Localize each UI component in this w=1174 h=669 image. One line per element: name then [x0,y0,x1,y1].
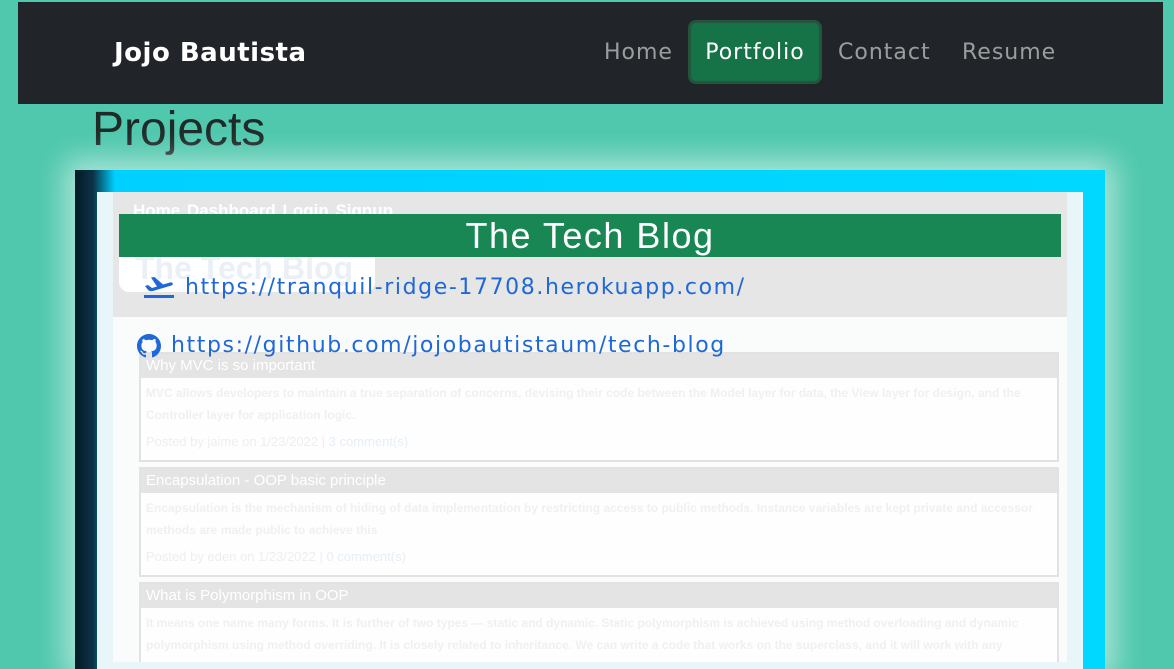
preview-post-body: Encapsulation is the mechanism of hiding… [146,501,1033,537]
preview-post-title: What is Polymorphism in OOP [141,584,1057,608]
project-title-banner: The Tech Blog [119,214,1061,257]
deployed-url-text[interactable]: https://tranquil-ridge-17708.herokuapp.c… [185,275,746,300]
section-title: Projects [92,103,266,156]
nav-link-home[interactable]: Home [604,40,673,65]
preview-post: Encapsulation - OOP basic principle Enca… [139,467,1059,577]
preview-post-comments: 0 comment(s) [326,549,406,564]
preview-post-meta: Posted by jaime on 1/23/2022 | 3 comment… [141,428,1057,449]
brand-name[interactable]: Jojo Bautista [114,38,307,68]
nav-link-portfolio[interactable]: Portfolio [688,20,822,84]
preview-post-body: It means one name many forms. It is furt… [146,616,1019,652]
preview-post-comments: 3 comment(s) [328,434,409,449]
project-preview-image[interactable]: Home Dashboard Login Signup The Tech Blo… [113,192,1067,662]
repository-url-text[interactable]: https://github.com/jojobautistaum/tech-b… [171,333,726,358]
deployed-app-link[interactable]: https://tranquil-ridge-17708.herokuapp.c… [143,274,746,300]
preview-post-author: Posted by eden on 1/23/2022 | [146,549,327,564]
preview-post: Why MVC is so important MVC allows devel… [139,352,1059,462]
preview-post-body: MVC allows developers to maintain a true… [146,386,1021,422]
top-navbar: Jojo Bautista Home Portfolio Contact Res… [18,2,1163,104]
preview-post: What is Polymorphism in OOP It means one… [139,582,1059,662]
nav-link-contact[interactable]: Contact [838,40,931,65]
preview-post-meta: Posted by eden on 1/23/2022 | 0 comment(… [141,543,1057,564]
preview-post-title: Encapsulation - OOP basic principle [141,469,1057,493]
repository-link[interactable]: https://github.com/jojobautistaum/tech-b… [137,333,726,358]
preview-post-author: Posted by jaime on 1/23/2022 | [146,434,329,449]
github-icon [137,333,161,358]
nav-link-resume[interactable]: Resume [962,40,1056,65]
airplane-icon [143,274,175,300]
